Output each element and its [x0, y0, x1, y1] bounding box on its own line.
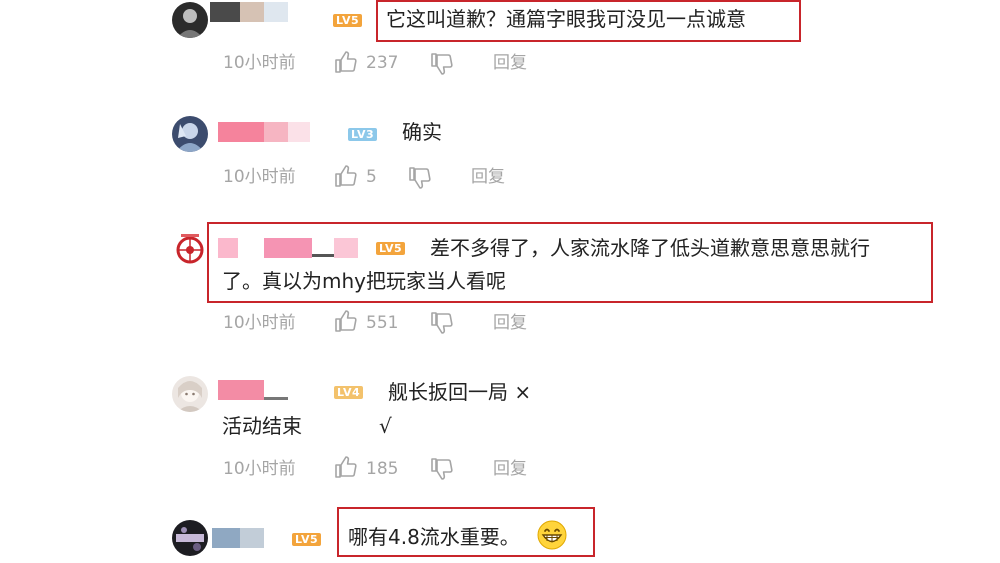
level-badge: LV4 [334, 386, 364, 399]
thumb-down-icon[interactable] [408, 166, 432, 190]
like-count: 551 [366, 313, 399, 333]
avatar-image [172, 116, 208, 152]
thumb-up-icon[interactable] [334, 164, 358, 188]
avatar[interactable] [172, 116, 208, 152]
thumb-down-icon[interactable] [430, 311, 454, 335]
thumb-up-icon[interactable] [334, 455, 358, 479]
thumb-up-icon[interactable] [334, 309, 358, 333]
like-count: 5 [366, 167, 377, 187]
avatar[interactable] [172, 376, 208, 412]
thumb-down-icon[interactable] [430, 52, 454, 76]
like-count: 237 [366, 53, 399, 73]
comment-text-check: √ [379, 414, 392, 438]
reply-button[interactable]: 回复 [493, 52, 527, 74]
comment-time: 10小时前 [223, 459, 296, 479]
reply-button[interactable]: 回复 [493, 312, 527, 334]
avatar[interactable] [172, 231, 208, 267]
level-badge: LV5 [292, 533, 322, 546]
comment-text: 确实 [402, 120, 442, 144]
comment-time: 10小时前 [223, 167, 296, 187]
comment-time: 10小时前 [223, 313, 296, 333]
avatar-image [172, 520, 208, 556]
highlight-box [207, 222, 933, 303]
level-badge: LV5 [333, 14, 363, 27]
comment-text-line-2: 活动结束 [222, 414, 302, 438]
highlight-box [376, 0, 801, 42]
like-count: 185 [366, 459, 399, 479]
level-badge: LV3 [348, 128, 378, 141]
thumb-up-icon[interactable] [334, 50, 358, 74]
avatar-image [172, 376, 208, 412]
comment-time: 10小时前 [223, 53, 296, 73]
avatar-image [172, 231, 208, 267]
avatar-image [172, 2, 208, 38]
comment-text-line-1: 舰长扳回一局 × [388, 380, 532, 404]
avatar[interactable] [172, 520, 208, 556]
highlight-box [337, 507, 595, 557]
reply-button[interactable]: 回复 [493, 458, 527, 480]
avatar[interactable] [172, 2, 208, 38]
reply-button[interactable]: 回复 [471, 166, 505, 188]
thumb-down-icon[interactable] [430, 457, 454, 481]
